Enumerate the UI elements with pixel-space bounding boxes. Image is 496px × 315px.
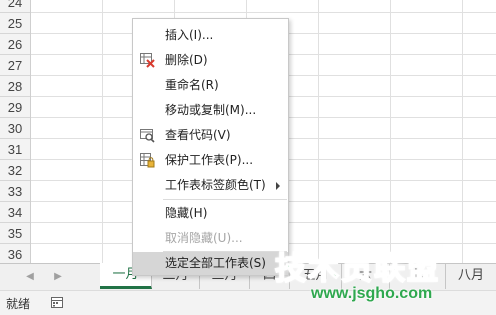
menu-item-label: 删除(D) (165, 53, 208, 67)
row-number[interactable]: 28 (0, 76, 30, 97)
row-number[interactable]: 29 (0, 97, 30, 118)
menu-item-label: 隐藏(H) (165, 206, 208, 220)
menu-item-unhide: 取消隐藏(U)... (133, 226, 288, 251)
row-number[interactable]: 33 (0, 181, 30, 202)
sheet-tab-jul[interactable]: 七 (390, 263, 446, 289)
submenu-arrow-icon (276, 182, 280, 190)
menu-item-insert[interactable]: 插入(I)... (133, 23, 288, 48)
sheet-tab-aug[interactable]: 八月 (446, 263, 496, 289)
row-number[interactable]: 34 (0, 202, 30, 223)
view-code-icon (139, 127, 155, 143)
row-number[interactable]: 26 (0, 34, 30, 55)
row-number[interactable]: 32 (0, 160, 30, 181)
row-number[interactable]: 36 (0, 244, 30, 263)
macro-record-icon[interactable] (51, 297, 63, 308)
menu-item-delete[interactable]: 删除(D) (133, 48, 288, 73)
menu-item-label: 插入(I)... (165, 28, 214, 42)
menu-item-label: 选定全部工作表(S) (165, 256, 266, 270)
sheet-tab-jun[interactable]: 六 (342, 263, 390, 289)
scroll-tabs-left-icon[interactable]: ◀ (20, 268, 40, 286)
row-number[interactable]: 27 (0, 55, 30, 76)
menu-item-label: 取消隐藏(U)... (165, 231, 243, 245)
status-bar: 就绪 (0, 290, 496, 315)
menu-item-select-all-sheets[interactable]: 选定全部工作表(S) (133, 252, 288, 275)
menu-item-move-copy[interactable]: 移动或复制(M)... (133, 98, 288, 123)
menu-item-label: 移动或复制(M)... (165, 103, 257, 117)
protect-sheet-icon (139, 152, 155, 168)
menu-item-rename[interactable]: 重命名(R) (133, 73, 288, 98)
delete-sheet-icon (139, 52, 155, 68)
row-number[interactable]: 25 (0, 13, 30, 34)
row-header-column: 24 25 26 27 28 29 30 31 32 33 34 35 36 3… (0, 0, 31, 263)
sheet-tab-may[interactable]: 五月 (290, 263, 342, 289)
row-number[interactable]: 30 (0, 118, 30, 139)
menu-separator (163, 199, 287, 200)
scroll-tabs-right-icon[interactable]: ▶ (48, 268, 68, 286)
status-text: 就绪 (6, 297, 31, 311)
row-number[interactable]: 31 (0, 139, 30, 160)
menu-item-label: 重命名(R) (165, 78, 219, 92)
menu-item-label: 查看代码(V) (165, 128, 231, 142)
row-number[interactable]: 35 (0, 223, 30, 244)
menu-item-protect-sheet[interactable]: 保护工作表(P)... (133, 148, 288, 173)
menu-item-label: 保护工作表(P)... (165, 153, 254, 167)
menu-item-view-code[interactable]: 查看代码(V) (133, 123, 288, 148)
menu-item-label: 工作表标签颜色(T) (165, 178, 266, 192)
row-number[interactable]: 24 (0, 0, 30, 13)
menu-item-hide[interactable]: 隐藏(H) (133, 201, 288, 226)
menu-item-tab-color[interactable]: 工作表标签颜色(T) (133, 173, 288, 198)
sheet-tab-context-menu: 插入(I)... 删除(D) 重命名(R) 移动或复制(M)... 查看代码(V… (132, 18, 289, 276)
